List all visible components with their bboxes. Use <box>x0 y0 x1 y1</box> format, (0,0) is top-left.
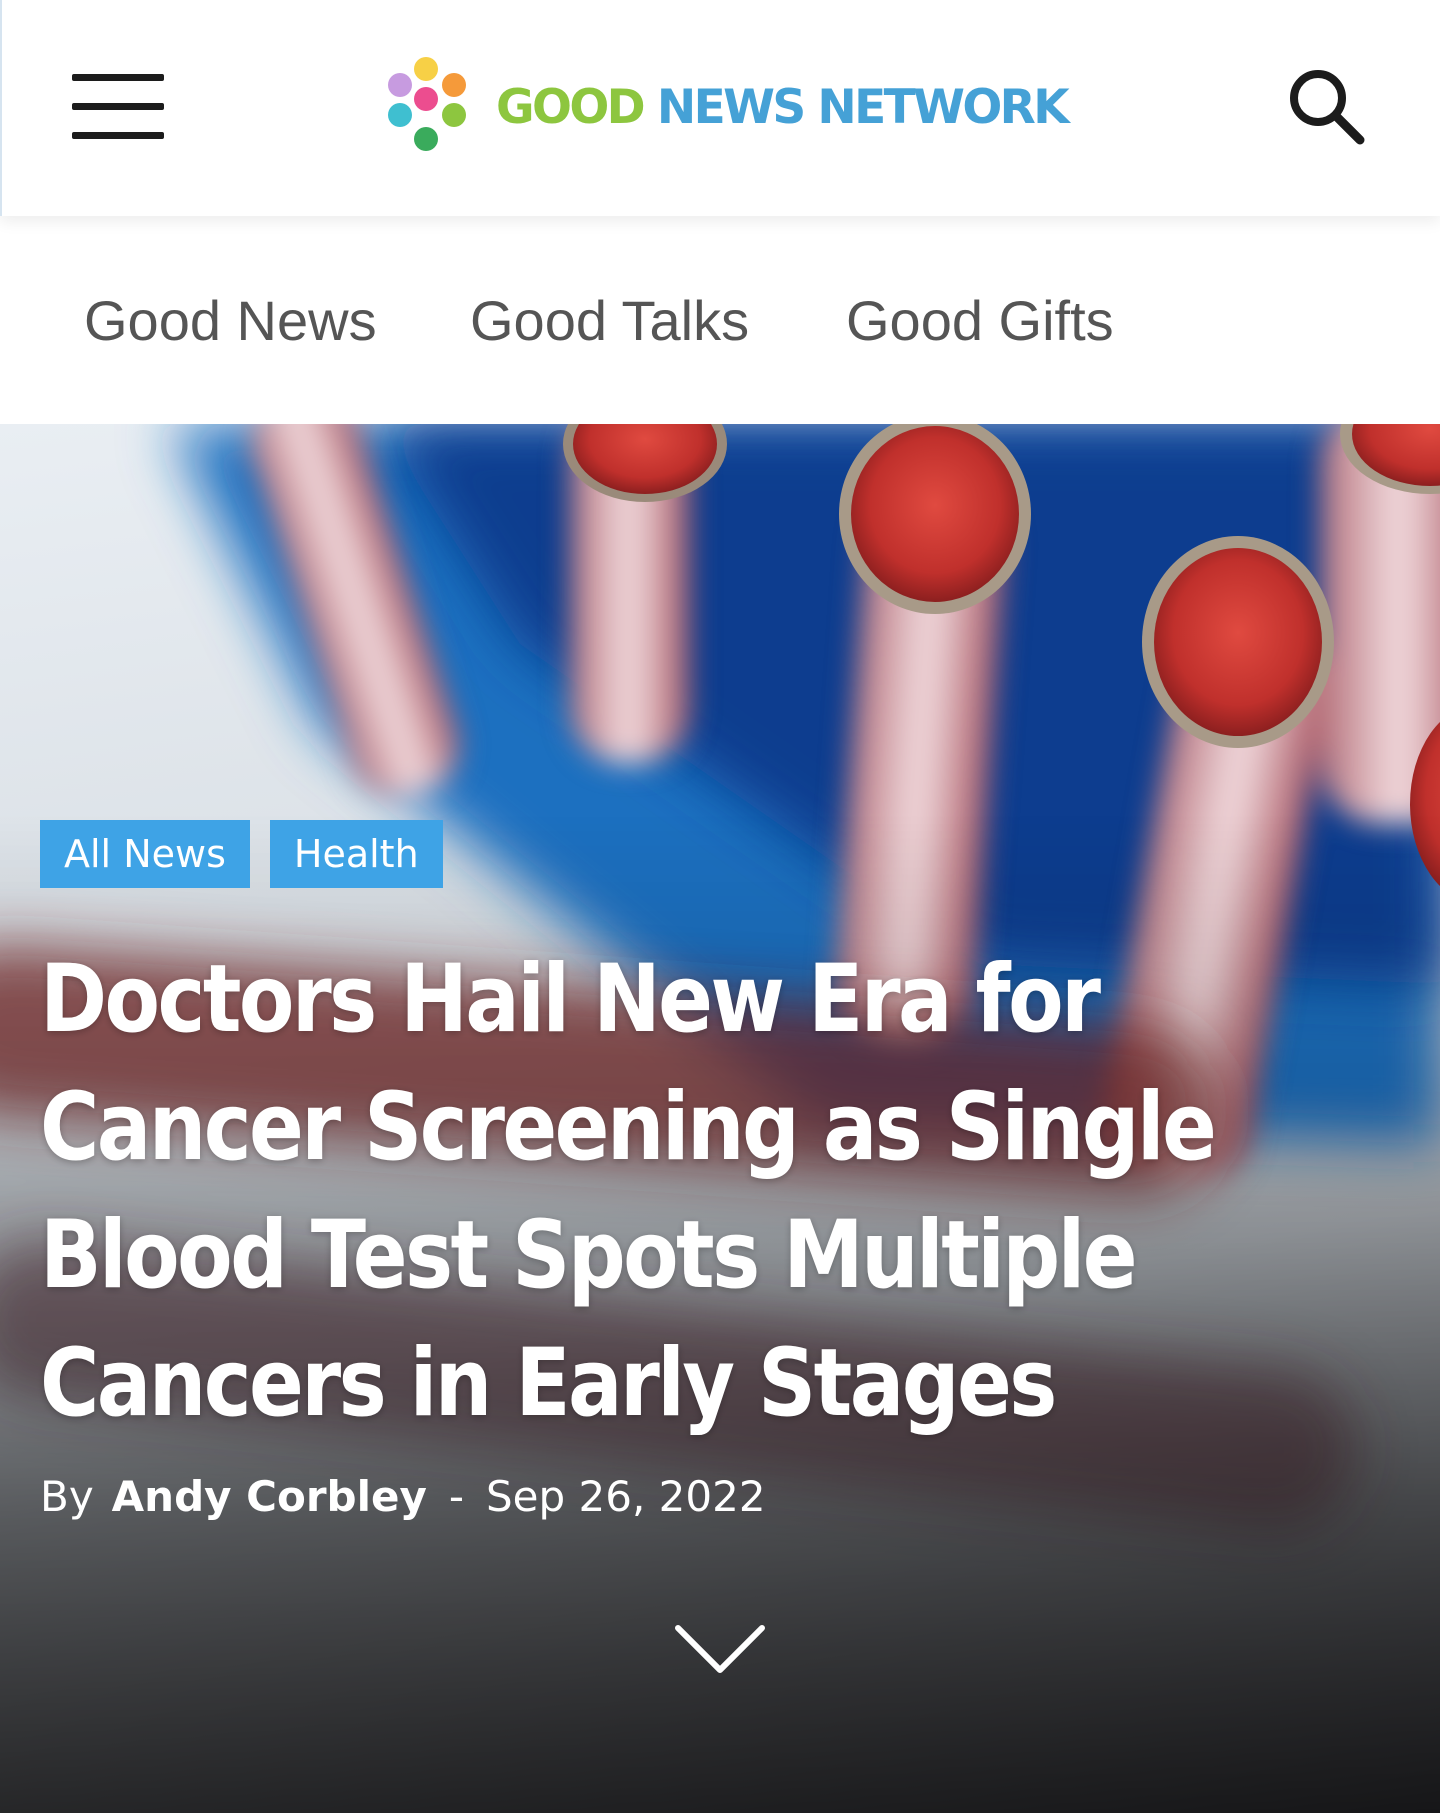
logo-word-good: GOOD <box>496 79 646 135</box>
byline-prefix: By <box>40 1472 94 1521</box>
nav-item-good-talks[interactable]: Good Talks <box>470 288 749 353</box>
logo-wordmark: GOOD NEWS NETWORK <box>496 79 1070 135</box>
article-tags: All News Health <box>40 820 443 888</box>
search-icon[interactable] <box>1284 64 1366 146</box>
logo-dots-icon <box>388 57 466 151</box>
author-link[interactable]: Andy Corbley <box>112 1472 427 1521</box>
tag-health[interactable]: Health <box>269 820 443 888</box>
article-title: Doctors Hail New Era for Cancer Screenin… <box>40 945 1217 1438</box>
article-byline: By Andy Corbley - Sep 26, 2022 <box>40 1472 766 1521</box>
site-logo[interactable]: GOOD NEWS NETWORK <box>374 52 1074 162</box>
nav-item-good-gifts[interactable]: Good Gifts <box>846 288 1114 353</box>
article-hero: All News Health Doctors Hail New Era for… <box>0 424 1440 1813</box>
nav-item-good-news[interactable]: Good News <box>84 288 377 353</box>
byline-separator: - <box>448 1472 465 1521</box>
category-nav: Good News Good Talks Good Gifts <box>0 216 1440 424</box>
site-header: GOOD NEWS NETWORK <box>0 0 1440 216</box>
hamburger-icon[interactable] <box>70 72 166 142</box>
chevron-down-icon[interactable] <box>672 1620 768 1680</box>
article-date: Sep 26, 2022 <box>486 1472 766 1521</box>
logo-word-rest: NEWS NETWORK <box>656 79 1070 135</box>
tag-all-news[interactable]: All News <box>40 820 250 888</box>
